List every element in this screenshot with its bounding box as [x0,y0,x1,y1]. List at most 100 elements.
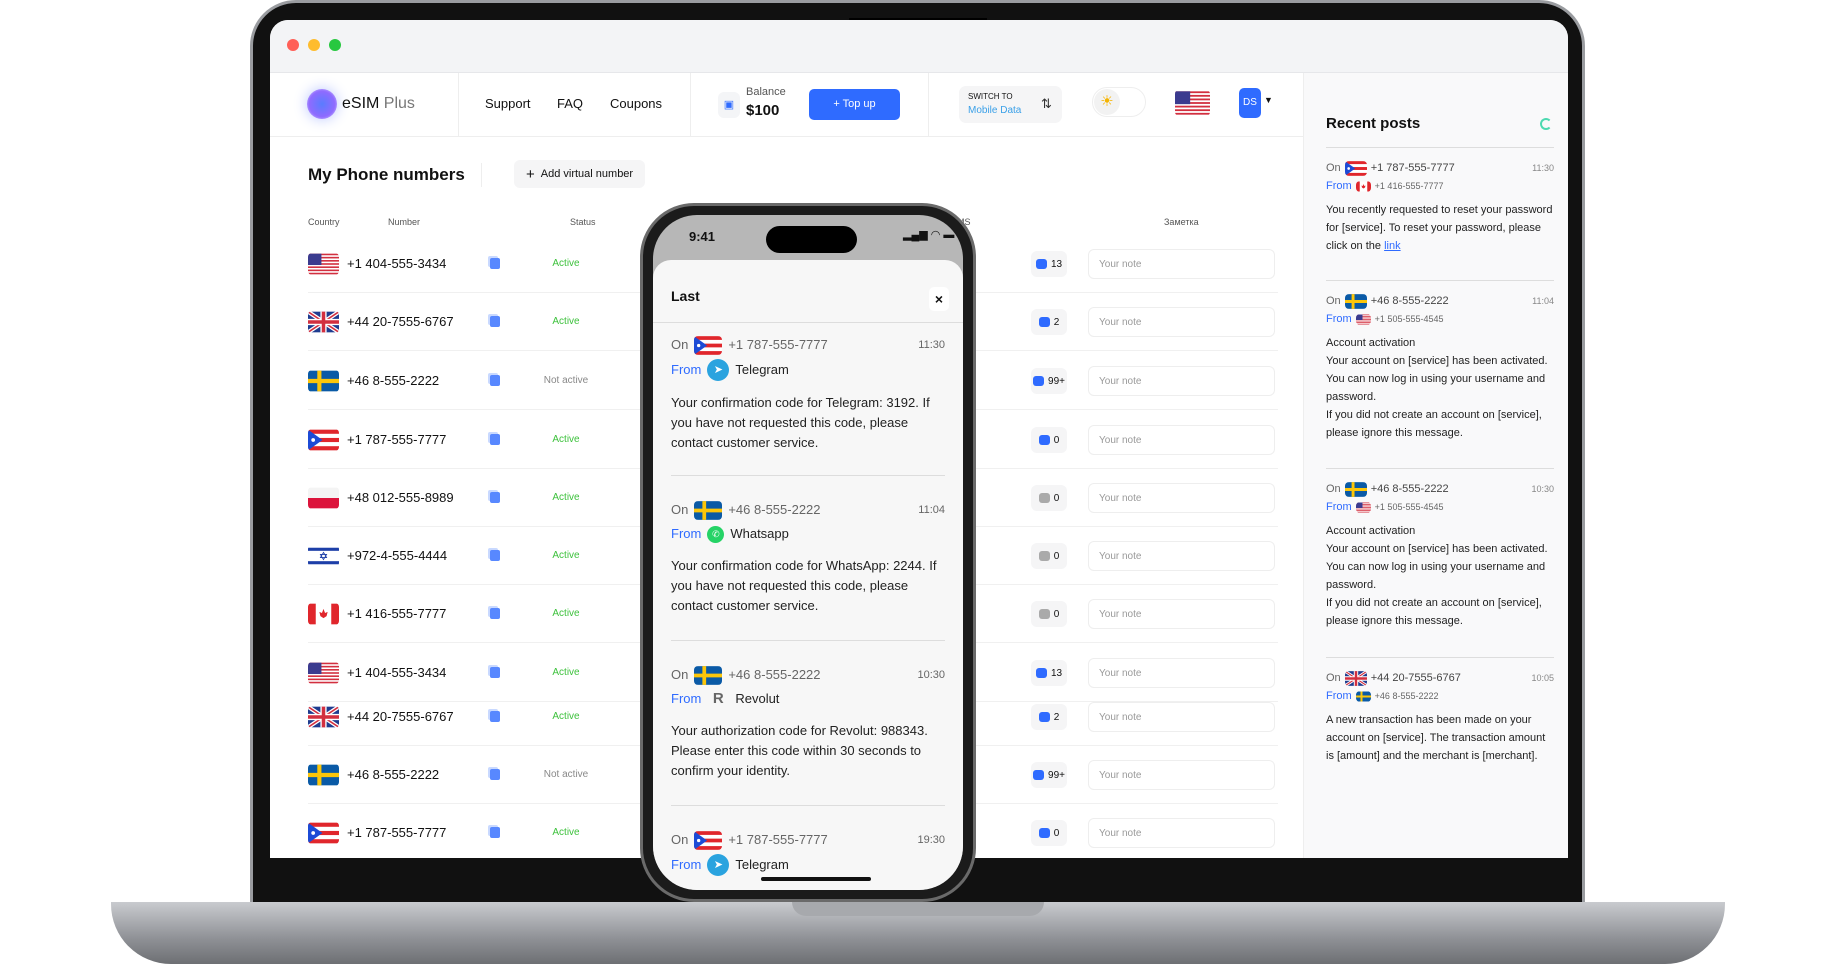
copy-icon[interactable] [490,316,500,327]
copy-icon[interactable] [490,434,500,445]
sms-count-button[interactable]: 0 [1031,820,1067,846]
country-flag-il-icon [308,545,339,567]
avatar[interactable]: DS [1239,88,1261,118]
post-item[interactable]: On +44 20-7555-6767 10:05 From +46 8-555-22… [1326,669,1554,765]
message-item[interactable]: On +46 8-555-2222 11:04 From ✆ Whatsapp Your… [671,500,945,616]
sms-count-button[interactable]: 99+ [1031,762,1067,788]
sms-count: 0 [1053,550,1060,562]
country-flag-se-icon [308,370,339,392]
copy-icon[interactable] [490,667,500,678]
status-badge: Not active [543,375,589,386]
nav-faq[interactable]: FAQ [557,96,583,111]
sms-count-button[interactable]: 0 [1031,543,1067,569]
sms-count: 99+ [1048,375,1065,387]
maximize-window-button[interactable] [329,39,341,51]
sms-count-button[interactable]: 0 [1031,601,1067,627]
add-virtual-number-button[interactable]: + Add virtual number [514,160,646,188]
note-placeholder: Your note [1099,434,1142,446]
message-item[interactable]: On +1 787-555-7777 19:30 From ➤ Telegram [671,830,945,876]
whatsapp-icon: ✆ [707,525,725,543]
from-label: From [671,526,702,541]
logo[interactable]: eSIM Plus [342,95,415,113]
message-item[interactable]: On +1 787-555-7777 11:30 From ➤ Telegram You… [671,335,945,453]
status-badge: Active [552,550,580,561]
sms-count-button[interactable]: 99+ [1031,368,1067,394]
copy-icon[interactable] [490,769,500,780]
copy-icon[interactable] [490,258,500,269]
close-icon[interactable]: × [929,287,949,311]
top-header: eSIM Plus Support FAQ Coupons ▣ Balance … [270,73,1303,137]
close-window-button[interactable] [287,39,299,51]
copy-icon[interactable] [490,608,500,619]
minimize-window-button[interactable] [308,39,320,51]
copy-icon[interactable] [490,550,500,561]
status-badge: Active [552,711,580,722]
country-flag-us-icon [308,662,339,684]
top-up-button[interactable]: + Top up [809,89,900,120]
sms-count-button[interactable]: 0 [1031,427,1067,453]
copy-icon[interactable] [490,711,500,722]
message-text: Your confirmation code for Telegram: 319… [671,395,930,450]
copy-icon[interactable] [490,827,500,838]
note-input[interactable]: Your note [1088,425,1275,455]
note-input[interactable]: Your note [1088,599,1275,629]
switch-label: SWITCH TO [968,92,1013,101]
status-badge: Active [552,316,580,327]
note-input[interactable]: Your note [1088,307,1275,337]
note-input[interactable]: Your note [1088,366,1275,396]
nav-coupons[interactable]: Coupons [610,96,662,111]
note-placeholder: Your note [1099,827,1142,839]
post-item[interactable]: On +46 8-555-2222 11:04 From +1 505-555-454… [1326,292,1554,442]
divider [928,73,929,137]
message-time: 11:04 [918,504,945,516]
post-text: Account activation Your account on [serv… [1326,337,1548,439]
country-flag-se-icon [308,764,339,786]
refresh-spinner-icon[interactable] [1540,118,1552,130]
sms-count-button[interactable]: 2 [1031,309,1067,335]
status-badge: Not active [543,769,589,780]
post-link[interactable]: link [1384,240,1401,252]
note-input[interactable]: Your note [1088,658,1275,688]
language-flag-button[interactable] [1175,90,1210,116]
message-item[interactable]: On +46 8-555-2222 10:30 From R Revolut Your … [671,665,945,781]
phone-mockup: 9:41 ▂▄▆ ◠ ▬ Last × On +1 787-555-7777 11:… [640,203,976,902]
theme-toggle[interactable]: ☀ [1092,87,1146,117]
note-input[interactable]: Your note [1088,249,1275,279]
last-messages-sheet: Last × On +1 787-555-7777 11:30 From ➤ Teleg… [653,260,963,890]
telegram-icon: ➤ [707,359,730,381]
sms-count-button[interactable]: 13 [1031,251,1067,277]
copy-icon[interactable] [490,375,500,386]
plus-icon: + [526,165,535,183]
message-number: +46 8-555-2222 [728,667,821,682]
copy-icon[interactable] [490,492,500,503]
post-item[interactable]: On +1 787-555-7777 11:30 From +1 416-555-77… [1326,159,1554,255]
sms-count: 0 [1053,608,1060,620]
phone-number: +1 404-555-3434 [347,665,447,680]
sms-count-button[interactable]: 13 [1031,660,1067,686]
note-input[interactable]: Your note [1088,541,1275,571]
country-flag-ca-icon [308,603,339,625]
message-time: 10:30 [917,669,945,681]
country-flag-us-icon [308,253,339,275]
post-item[interactable]: On +46 8-555-2222 10:30 From +1 505-555-454… [1326,480,1554,630]
note-input[interactable]: Your note [1088,702,1275,732]
sms-count: 0 [1053,434,1060,446]
post-time: 10:05 [1531,673,1554,683]
message-icon [1038,317,1050,327]
laptop-base-notch [792,902,1044,916]
sms-count-button[interactable]: 2 [1031,704,1067,730]
message-app: Telegram [735,857,789,872]
note-input[interactable]: Your note [1088,818,1275,848]
sms-count: 0 [1053,492,1060,504]
switch-mobile-data-button[interactable]: SWITCH TO Mobile Data ⇅ [959,86,1062,123]
note-input[interactable]: Your note [1088,483,1275,513]
post-from-number: +1 416-555-7777 [1374,181,1444,191]
note-input[interactable]: Your note [1088,760,1275,790]
sms-count-button[interactable]: 0 [1031,485,1067,511]
balance-label: Balance [746,86,786,98]
window-titlebar [270,20,1568,73]
chevron-down-icon[interactable]: ▼ [1264,95,1273,105]
phone-number: +48 012-555-8989 [347,490,454,505]
revolut-icon: R [712,690,724,707]
nav-support[interactable]: Support [485,96,531,111]
